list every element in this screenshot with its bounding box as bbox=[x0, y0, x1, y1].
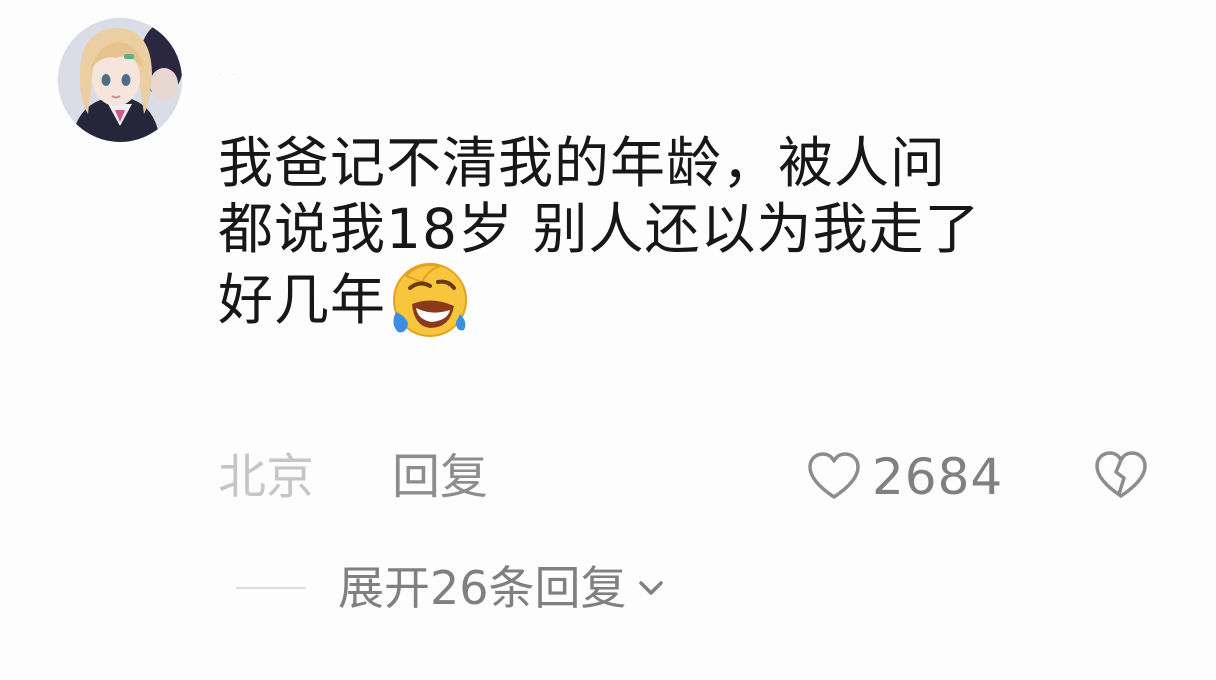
divider bbox=[236, 587, 306, 589]
comment-text-line: 都说我18岁 别人还以为我走了 bbox=[218, 197, 981, 261]
reply-button[interactable]: 回复 bbox=[392, 445, 488, 509]
avatar[interactable] bbox=[58, 18, 182, 142]
expand-replies-label: 展开26条回复 bbox=[338, 561, 627, 615]
comment-text-segment: 好几年 bbox=[218, 268, 387, 333]
expand-replies-row: 展开26条回复 bbox=[236, 556, 669, 620]
comment-meta: 北京 回复 2684 bbox=[218, 445, 1178, 509]
comment-text: 我爸记不清我的年龄，被人问 都说我18岁 别人还以为我走了 好几年 bbox=[218, 130, 1138, 346]
expand-replies-button[interactable]: 展开26条回复 bbox=[338, 556, 669, 620]
anime-avatar-icon bbox=[58, 18, 182, 142]
broken-heart-outline-icon[interactable] bbox=[1093, 448, 1149, 504]
comment-item: · · 我爸记不清我的年龄，被人问 都说我18岁 别人还以为我走了 好几年 北京… bbox=[0, 0, 1216, 680]
rolling-on-floor-laughing-icon bbox=[393, 263, 468, 337]
like-count: 2684 bbox=[872, 448, 1004, 506]
chevron-down-icon bbox=[638, 581, 663, 595]
like-button[interactable]: 2684 bbox=[806, 445, 1003, 509]
heart-outline-icon bbox=[808, 452, 860, 499]
location-label: 北京 bbox=[218, 449, 315, 505]
comment-text-line: 好几年 bbox=[218, 262, 1138, 346]
comment-text-line: 我爸记不清我的年龄，被人问 bbox=[218, 131, 947, 195]
username[interactable]: · · bbox=[218, 70, 240, 84]
